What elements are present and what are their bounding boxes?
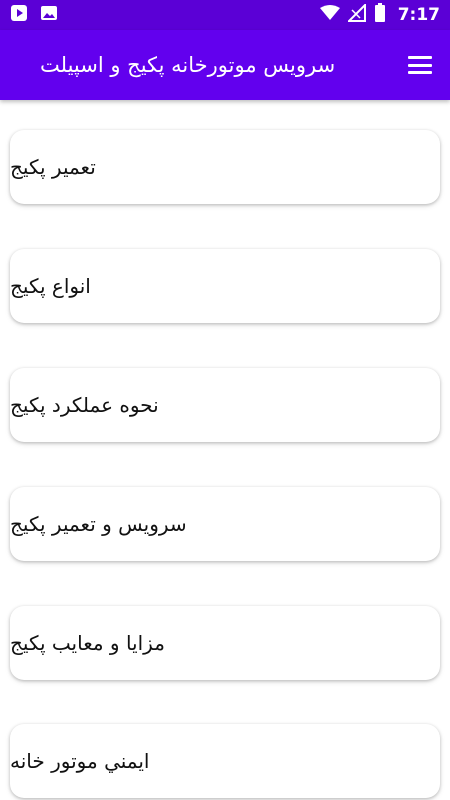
hamburger-menu-icon[interactable] [406, 53, 434, 77]
list-item-label: مزایا و معایب پکیج [10, 631, 165, 655]
list-item[interactable]: نحوه عملکرد پکیج [10, 368, 440, 442]
menu-list: تعمیر پکیج انواع پکیج نحوه عملکرد پکیج س… [0, 100, 450, 800]
list-item-label: انواع پکیج [10, 274, 91, 298]
signal-icon [346, 2, 366, 26]
list-item-label: سرویس و تعمیر پکیج [10, 512, 187, 536]
list-item-label: تعمیر پکیج [10, 155, 96, 179]
list-item[interactable]: مزایا و معایب پکیج [10, 606, 440, 680]
wifi-icon [319, 5, 340, 25]
list-item[interactable]: انواع پکیج [10, 249, 440, 323]
list-item-label: ايمني موتور خانه [10, 749, 150, 773]
app-title: سرویس موتورخانه پکیج و اسپیلت [40, 53, 336, 77]
list-item[interactable]: ايمني موتور خانه [10, 724, 440, 798]
list-item[interactable]: تعمیر پکیج [10, 130, 440, 204]
list-item[interactable]: سرویس و تعمیر پکیج [10, 487, 440, 561]
status-left-icons [10, 4, 58, 26]
image-icon [40, 4, 58, 26]
status-right-icons: 7:17 [319, 2, 440, 27]
app-bar: سرویس موتورخانه پکیج و اسپیلت [0, 30, 450, 100]
list-item-label: نحوه عملکرد پکیج [10, 393, 159, 417]
play-shield-icon [10, 4, 28, 26]
battery-icon [374, 3, 386, 27]
status-time: 7:17 [397, 5, 440, 25]
status-bar: 7:17 [0, 0, 450, 30]
